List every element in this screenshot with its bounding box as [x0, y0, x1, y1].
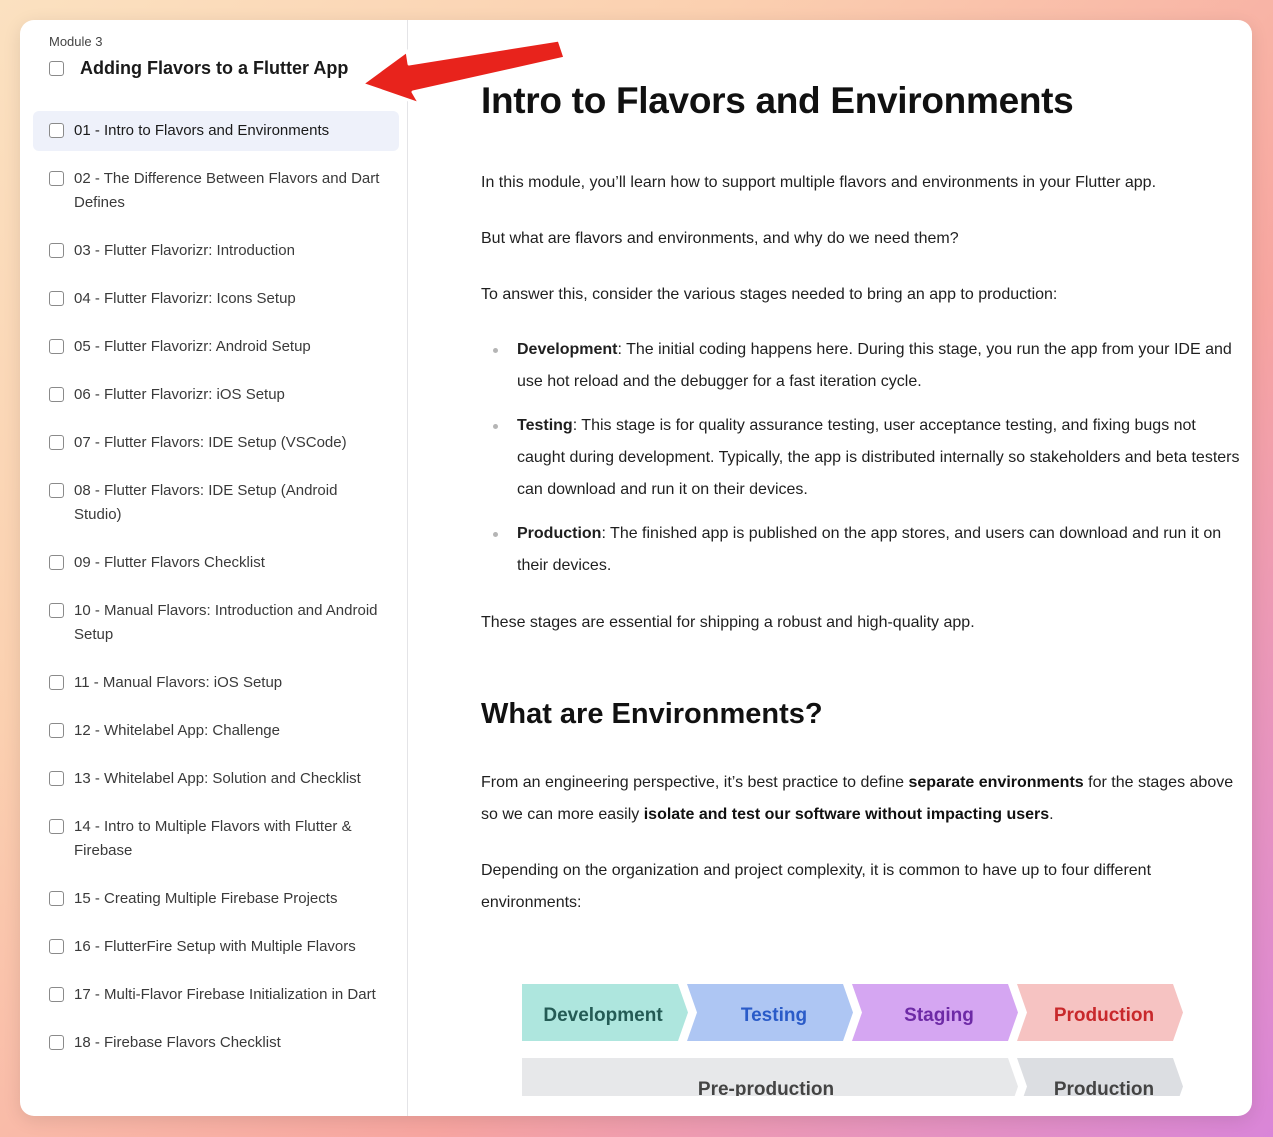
lesson-list: 01 - Intro to Flavors and Environments 02…	[33, 111, 399, 1071]
lesson-checkbox[interactable]	[49, 171, 64, 186]
stage-label: Testing	[741, 1005, 807, 1026]
lesson-label: 10 - Manual Flavors: Introduction and An…	[74, 602, 378, 643]
stage-description: : This stage is for quality assurance te…	[517, 417, 1240, 498]
lesson-label: 13 - Whitelabel App: Solution and Checkl…	[74, 770, 361, 787]
group-label: Pre-production	[698, 1079, 834, 1096]
module-checkbox[interactable]	[49, 61, 64, 76]
environments-text-c: .	[1049, 806, 1054, 823]
lesson-item[interactable]: 03 - Flutter Flavorizr: Introduction	[33, 231, 399, 271]
environments-bold-b: isolate and test our software without im…	[643, 806, 1050, 823]
lesson-checkbox[interactable]	[49, 387, 64, 402]
lesson-label: 09 - Flutter Flavors Checklist	[74, 554, 265, 571]
environments-diagram: Development Testing Staging Production Pre-p…	[522, 984, 1183, 1096]
lesson-item[interactable]: 01 - Intro to Flavors and Environments	[33, 111, 399, 151]
lesson-checkbox[interactable]	[49, 603, 64, 618]
lesson-item[interactable]: 13 - Whitelabel App: Solution and Checkl…	[33, 759, 399, 799]
lesson-checkbox[interactable]	[49, 435, 64, 450]
lesson-checkbox[interactable]	[49, 483, 64, 498]
module-label: Module 3	[49, 34, 103, 49]
module-sidebar: Module 3 Adding Flavors to a Flutter App…	[20, 20, 408, 1116]
stage-term: Development	[517, 341, 618, 358]
stage-bullet: Production: The finished app is publishe…	[481, 518, 1241, 582]
stage-bullet: Development: The initial coding happens …	[481, 334, 1241, 398]
lesson-label: 11 - Manual Flavors: iOS Setup	[74, 674, 283, 691]
lesson-checkbox[interactable]	[49, 675, 64, 690]
stages-intro-paragraph: To answer this, consider the various sta…	[481, 286, 1058, 303]
lesson-label: 02 - The Difference Between Flavors and …	[74, 170, 380, 211]
environments-bold-a: separate environments	[908, 774, 1084, 791]
module-title: Adding Flavors to a Flutter App	[80, 58, 349, 78]
lesson-checkbox[interactable]	[49, 819, 64, 834]
stages-list: Development: The initial coding happens …	[481, 334, 1241, 594]
environments-heading: What are Environments?	[481, 698, 823, 730]
lesson-label: 18 - Firebase Flavors Checklist	[74, 1034, 281, 1051]
stage-label: Development	[543, 1005, 663, 1026]
module-title-row[interactable]: Adding Flavors to a Flutter App	[49, 58, 348, 79]
lesson-checkbox[interactable]	[49, 723, 64, 738]
lesson-checkbox[interactable]	[49, 939, 64, 954]
lesson-checkbox[interactable]	[49, 1035, 64, 1050]
lesson-item[interactable]: 16 - FlutterFire Setup with Multiple Fla…	[33, 927, 399, 967]
lesson-checkbox[interactable]	[49, 339, 64, 354]
lesson-checkbox[interactable]	[49, 987, 64, 1002]
environments-count-paragraph: Depending on the organization and projec…	[481, 862, 1152, 911]
stage-bullet: Testing: This stage is for quality assur…	[481, 410, 1241, 506]
lesson-checkbox[interactable]	[49, 243, 64, 258]
lesson-checkbox[interactable]	[49, 555, 64, 570]
lesson-label: 07 - Flutter Flavors: IDE Setup (VSCode)	[74, 434, 347, 451]
lesson-page-card: Module 3 Adding Flavors to a Flutter App…	[20, 20, 1252, 1116]
group-label: Production	[1054, 1079, 1154, 1096]
lesson-label: 01 - Intro to Flavors and Environments	[74, 122, 330, 139]
lesson-label: 17 - Multi-Flavor Firebase Initializatio…	[74, 986, 376, 1003]
lesson-checkbox[interactable]	[49, 771, 64, 786]
lesson-item[interactable]: 10 - Manual Flavors: Introduction and An…	[33, 591, 399, 655]
stage-label: Production	[1054, 1005, 1154, 1026]
lesson-checkbox[interactable]	[49, 123, 64, 138]
lesson-item[interactable]: 18 - Firebase Flavors Checklist	[33, 1023, 399, 1063]
lesson-label: 15 - Creating Multiple Firebase Projects	[74, 890, 338, 907]
lesson-item[interactable]: 15 - Creating Multiple Firebase Projects	[33, 879, 399, 919]
question-paragraph: But what are flavors and environments, a…	[481, 230, 959, 247]
lesson-checkbox[interactable]	[49, 291, 64, 306]
lesson-label: 14 - Intro to Multiple Flavors with Flut…	[74, 818, 352, 859]
environments-paragraph: From an engineering perspective, it’s be…	[481, 767, 1241, 831]
lesson-item[interactable]: 14 - Intro to Multiple Flavors with Flut…	[33, 807, 399, 871]
lesson-label: 06 - Flutter Flavorizr: iOS Setup	[74, 386, 285, 403]
lesson-item[interactable]: 04 - Flutter Flavorizr: Icons Setup	[33, 279, 399, 319]
stages-summary-paragraph: These stages are essential for shipping …	[481, 614, 975, 631]
lesson-item[interactable]: 17 - Multi-Flavor Firebase Initializatio…	[33, 975, 399, 1015]
lesson-item[interactable]: 07 - Flutter Flavors: IDE Setup (VSCode)	[33, 423, 399, 463]
lesson-label: 05 - Flutter Flavorizr: Android Setup	[74, 338, 311, 355]
lesson-label: 03 - Flutter Flavorizr: Introduction	[74, 242, 295, 259]
lesson-item[interactable]: 06 - Flutter Flavorizr: iOS Setup	[33, 375, 399, 415]
stage-description: : The initial coding happens here. Durin…	[517, 341, 1232, 390]
page-title: Intro to Flavors and Environments	[481, 80, 1074, 121]
lesson-item[interactable]: 08 - Flutter Flavors: IDE Setup (Android…	[33, 471, 399, 535]
lesson-label: 16 - FlutterFire Setup with Multiple Fla…	[74, 938, 356, 955]
stage-description: : The finished app is published on the a…	[517, 525, 1222, 574]
intro-paragraph: In this module, you’ll learn how to supp…	[481, 174, 1157, 191]
lesson-item[interactable]: 02 - The Difference Between Flavors and …	[33, 159, 399, 223]
environments-text-a: From an engineering perspective, it’s be…	[481, 774, 909, 791]
lesson-item[interactable]: 11 - Manual Flavors: iOS Setup	[33, 663, 399, 703]
stage-term: Production	[517, 525, 602, 542]
lesson-item[interactable]: 12 - Whitelabel App: Challenge	[33, 711, 399, 751]
lesson-label: 08 - Flutter Flavors: IDE Setup (Android…	[74, 482, 338, 523]
lesson-item[interactable]: 09 - Flutter Flavors Checklist	[33, 543, 399, 583]
stage-label: Staging	[904, 1005, 974, 1026]
stage-term: Testing	[517, 417, 573, 434]
lesson-label: 04 - Flutter Flavorizr: Icons Setup	[74, 290, 296, 307]
lesson-item[interactable]: 05 - Flutter Flavorizr: Android Setup	[33, 327, 399, 367]
lesson-checkbox[interactable]	[49, 891, 64, 906]
lesson-label: 12 - Whitelabel App: Challenge	[74, 722, 280, 739]
